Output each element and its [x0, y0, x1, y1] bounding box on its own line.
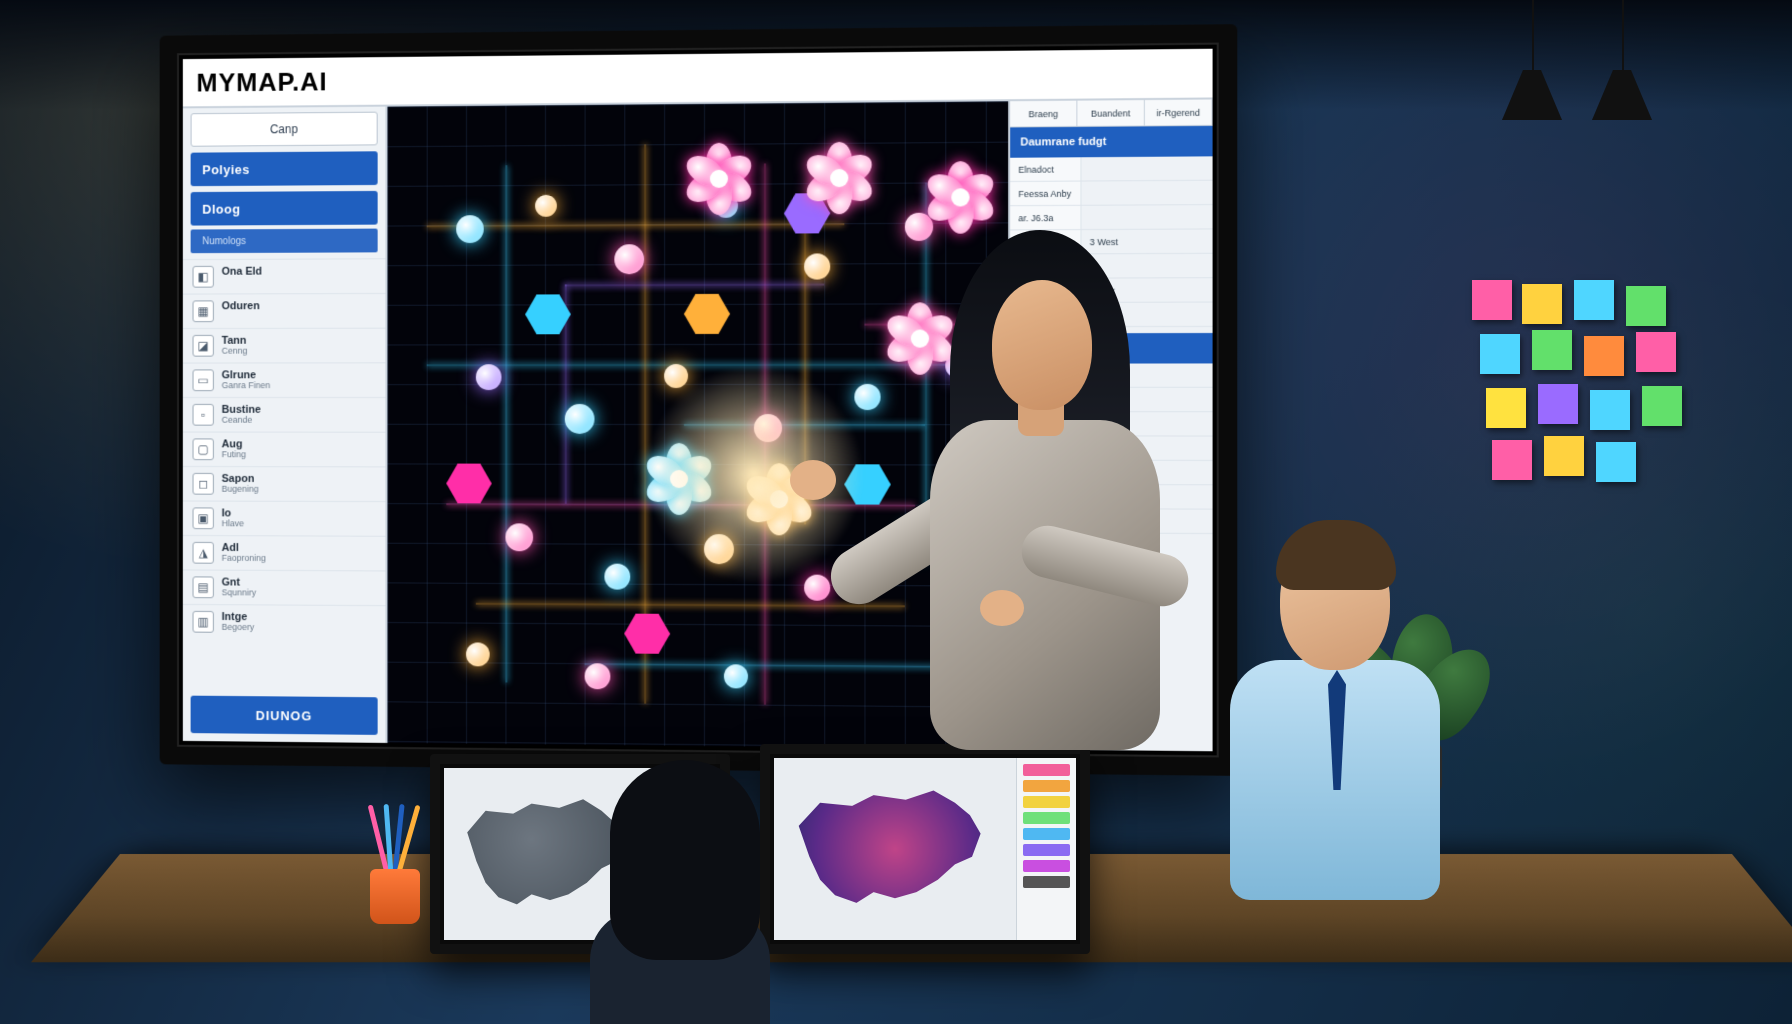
graph-node [565, 404, 595, 434]
graph-node [664, 364, 688, 388]
graph-node [505, 523, 533, 551]
sidebar-item-icon: ◧ [193, 266, 214, 288]
sticky-note [1480, 334, 1520, 374]
sidebar-item-sublabel: Hlave [222, 519, 244, 529]
graph-node [476, 364, 502, 390]
sidebar-item-icon: ▤ [193, 576, 214, 598]
properties-header: Daumrane fudgt [1010, 126, 1212, 158]
sidebar-item-icon: ◮ [193, 542, 214, 564]
sidebar-item-3[interactable]: ▭GlruneGanra Finen [183, 362, 386, 397]
sidebar-item-sublabel: Futing [222, 450, 246, 460]
sidebar-item-sublabel: Bugening [222, 485, 259, 495]
sidebar-top-button[interactable]: Canp [191, 112, 378, 147]
properties-tabs: Braeng Buandent ir-Rgerend [1010, 99, 1212, 127]
prop-section: Elnadoct [1010, 157, 1081, 181]
sidebar-item-8[interactable]: ◮AdlFaoproning [183, 535, 386, 570]
sidebar-item-sublabel: Faoproning [222, 554, 266, 564]
sidebar-item-sublabel: Cenng [222, 347, 248, 357]
sidebar-item-4[interactable]: ▫BustineCeande [183, 397, 386, 432]
sticky-note [1636, 332, 1676, 372]
prop-row-0[interactable]: Feessa Anby [1010, 181, 1212, 206]
app-brand: MYMAP.AI [196, 66, 327, 98]
seated-person-right [1190, 520, 1450, 900]
sidebar-item-icon: ▭ [193, 369, 214, 391]
sidebar-item-sublabel: Squnniry [222, 588, 257, 598]
graph-node [724, 664, 748, 688]
scene-root: MYMAP.AI Canp Polyies Dloog Numologs ◧ On… [0, 0, 1792, 1024]
sidebar-subheader: Numologs [191, 229, 378, 254]
sidebar-item-icon: ▦ [193, 300, 214, 322]
sidebar-item-label: Oduren [222, 300, 260, 312]
graph-node [604, 564, 630, 590]
sidebar-item-sublabel: Ceande [222, 416, 261, 426]
pendant-lamp [1582, 0, 1662, 160]
sidebar-item-6[interactable]: ◻SaponBugening [183, 466, 386, 501]
sticky-note [1532, 330, 1572, 370]
titlebar: MYMAP.AI [183, 49, 1213, 109]
seated-person-front [560, 760, 780, 1020]
properties-tab-0[interactable]: Braeng [1010, 101, 1077, 127]
sidebar-footer-button[interactable]: DIUNOG [191, 696, 378, 735]
properties-tab-2[interactable]: ir-Rgerend [1145, 99, 1213, 125]
graph-node [614, 244, 644, 274]
sidebar-item-icon: ▢ [193, 438, 214, 460]
graph-node [804, 253, 830, 279]
sidebar-item-icon: ▥ [193, 611, 214, 633]
sidebar-tab-0[interactable]: Polyies [191, 151, 378, 186]
sticky-note [1544, 436, 1584, 476]
sidebar-item-5[interactable]: ▢AugFuting [183, 432, 386, 467]
sidebar-list: ◧ Ona Eld ▦ Oduren ◪TannCenng▭GlruneGanra Fi… [183, 258, 386, 691]
sticky-note [1538, 384, 1578, 424]
sidebar-item-icon: ◻ [193, 473, 214, 495]
pendant-lamp [1492, 0, 1572, 160]
sidebar-tab-1[interactable]: Dloog [191, 191, 378, 226]
sidebar-item-2[interactable]: ◪TannCenng [183, 328, 386, 363]
sidebar-item-icon: ▣ [193, 507, 214, 529]
sticky-note [1492, 440, 1532, 480]
sticky-notes-wall [1472, 280, 1732, 500]
sidebar-item-1[interactable]: ▦ Oduren [183, 293, 386, 328]
graph-node [585, 663, 611, 689]
graph-node [535, 195, 557, 217]
sticky-note [1584, 336, 1624, 376]
presenter-person [860, 210, 1200, 850]
sticky-note [1590, 390, 1630, 430]
graph-node [456, 215, 484, 243]
sidebar-item-7[interactable]: ▣IoHlave [183, 500, 386, 535]
sticky-note [1642, 386, 1682, 426]
sidebar-item-sublabel: Ganra Finen [222, 381, 271, 391]
sidebar-item-9[interactable]: ▤GntSqunniry [183, 569, 386, 605]
pencil-cup [360, 814, 430, 924]
sticky-note [1486, 388, 1526, 428]
sidebar-item-icon: ▫ [193, 404, 214, 426]
sidebar-item-label: Ona Eld [222, 266, 262, 278]
sidebar-item-10[interactable]: ▥IntgeBegoery [183, 604, 386, 640]
sidebar-item-sublabel: Begoery [222, 623, 255, 633]
sticky-note [1472, 280, 1512, 320]
sidebar: Canp Polyies Dloog Numologs ◧ Ona Eld ▦ Odu… [183, 107, 388, 743]
sticky-note [1522, 284, 1562, 324]
graph-node [466, 642, 490, 666]
graph-node [804, 575, 830, 601]
properties-tab-1[interactable]: Buandent [1077, 100, 1144, 126]
sticky-note [1626, 286, 1666, 326]
sidebar-item-0[interactable]: ◧ Ona Eld [183, 258, 386, 293]
graph-flower-node [684, 144, 754, 215]
sticky-note [1574, 280, 1614, 320]
sticky-note [1596, 442, 1636, 482]
sidebar-item-icon: ◪ [193, 335, 214, 357]
graph-flower-node [804, 143, 874, 214]
